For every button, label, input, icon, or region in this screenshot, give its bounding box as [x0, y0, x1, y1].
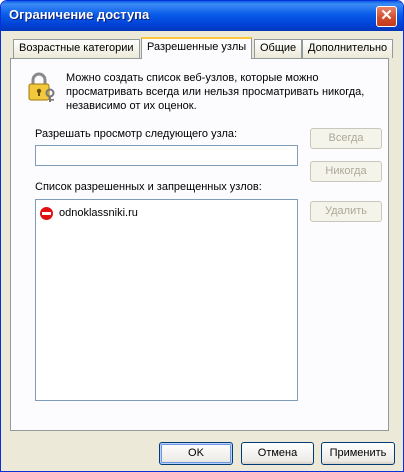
close-button[interactable]: ✕ [376, 6, 397, 27]
never-button[interactable]: Никогда [310, 161, 382, 182]
cancel-button[interactable]: Отмена [241, 442, 314, 465]
tab-label: Разрешенные узлы [147, 41, 247, 53]
tab-approved-sites[interactable]: Разрешенные узлы [141, 37, 253, 59]
title-bar[interactable]: Ограничение доступа ✕ [1, 1, 403, 31]
apply-button[interactable]: Применить [321, 442, 395, 465]
info-text: Можно создать список веб-узлов, которые … [66, 72, 365, 112]
site-address-input[interactable] [35, 145, 298, 166]
tab-panel: Можно создать список веб-узлов, которые … [10, 58, 389, 431]
delete-button[interactable]: Удалить [310, 201, 382, 222]
site-list-label: Список разрешенных и запрещенных узлов: [35, 181, 262, 193]
lock-keys-icon [28, 72, 55, 102]
never-label: Никогда [325, 165, 367, 177]
list-item[interactable]: odnoklassniki.ru [40, 205, 138, 221]
always-button[interactable]: Всегда [310, 128, 382, 149]
deny-icon [40, 206, 53, 220]
tab-advanced[interactable]: Дополнительно [302, 39, 394, 58]
tab-label: Дополнительно [308, 42, 388, 54]
always-label: Всегда [328, 132, 364, 144]
list-item-site: odnoklassniki.ru [59, 207, 138, 219]
window-title: Ограничение доступа [9, 7, 150, 22]
close-icon: ✕ [380, 7, 393, 24]
cancel-label: Отмена [257, 447, 298, 459]
tab-label: Возрастные категории [19, 42, 134, 54]
apply-label: Применить [329, 447, 387, 459]
delete-label: Удалить [325, 205, 367, 217]
ok-button[interactable]: OK [159, 442, 233, 465]
allow-site-label: Разрешать просмотр следующего узла: [35, 128, 238, 140]
tab-age-categories[interactable]: Возрастные категории [13, 39, 140, 58]
dialog-window: Ограничение доступа ✕ Возрастные категор… [0, 0, 404, 472]
tab-general[interactable]: Общие [254, 39, 303, 58]
ok-label: OK [188, 447, 204, 459]
tab-label: Общие [260, 42, 297, 54]
site-list[interactable]: odnoklassniki.ru [35, 199, 298, 401]
